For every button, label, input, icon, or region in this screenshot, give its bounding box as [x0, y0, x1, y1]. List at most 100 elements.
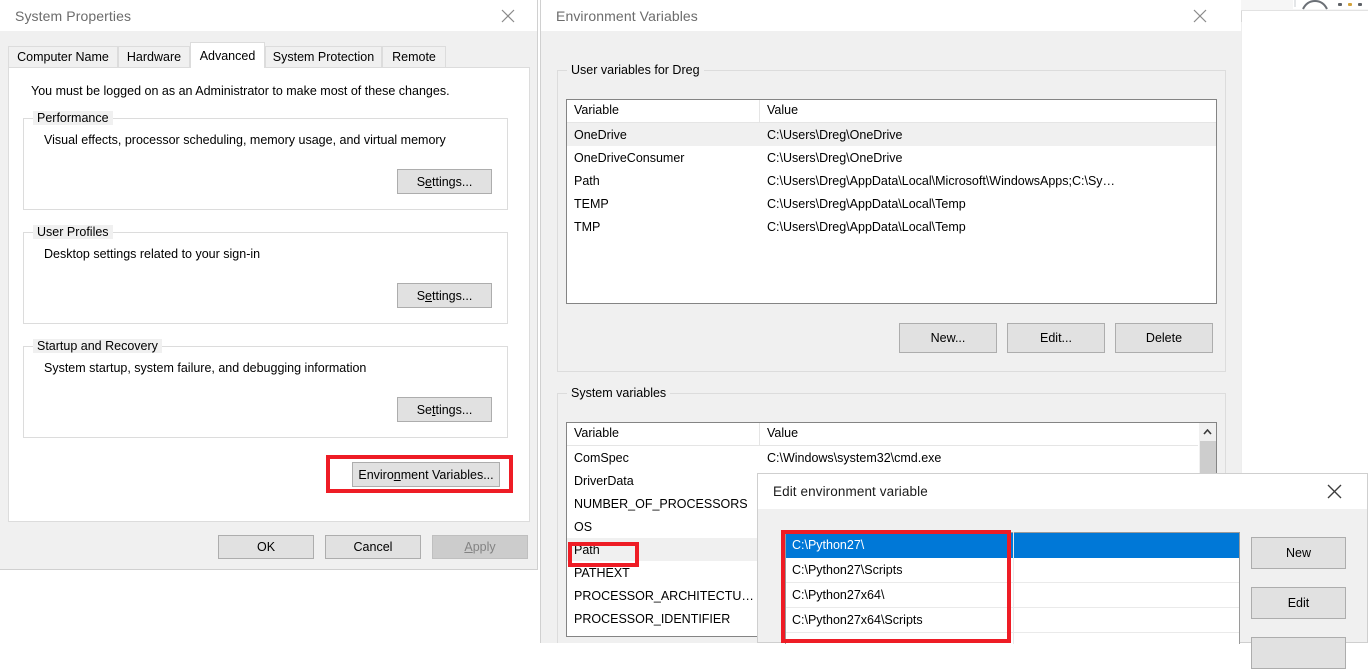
user-profiles-group-title: User Profiles	[33, 225, 113, 239]
table-row[interactable]: ComSpec C:\Windows\system32\cmd.exe	[567, 446, 1216, 469]
list-item-label: C:\Python27x64\Scripts	[792, 613, 923, 627]
table-row[interactable]: TMP C:\Users\Dreg\AppData\Local\Temp	[567, 215, 1216, 238]
tab-advanced[interactable]: Advanced	[190, 42, 265, 68]
table-row[interactable]: Path C:\Users\Dreg\AppData\Local\Microso…	[567, 169, 1216, 192]
startup-recovery-group: Startup and Recovery System startup, sys…	[23, 339, 508, 438]
row-variable: OneDriveConsumer	[574, 150, 685, 165]
performance-description: Visual effects, processor scheduling, me…	[44, 133, 446, 147]
startup-recovery-settings-label: Settings...	[416, 402, 473, 417]
performance-settings-button[interactable]: Settings...	[397, 169, 492, 194]
environment-variables-button[interactable]: Environment Variables...	[352, 462, 500, 487]
user-profiles-settings-button[interactable]: Settings...	[397, 283, 492, 308]
user-variables-header-variable: Variable	[567, 100, 760, 122]
row-value: C:\Users\Dreg\OneDrive	[767, 127, 903, 142]
background-dot-icon	[1348, 3, 1352, 6]
system-properties-titlebar: System Properties	[0, 0, 537, 31]
edit-edit-button[interactable]: Edit	[1251, 587, 1346, 619]
ok-button[interactable]: OK	[218, 535, 314, 559]
ok-label: OK	[256, 540, 276, 554]
user-delete-button[interactable]: Delete	[1115, 323, 1213, 353]
system-properties-tabstrip: Computer Name Hardware Advanced System P…	[8, 42, 530, 68]
user-edit-button[interactable]: Edit...	[1007, 323, 1105, 353]
close-icon[interactable]	[1177, 0, 1223, 31]
tab-label: Hardware	[126, 50, 182, 64]
edit-browse-button[interactable]	[1251, 637, 1346, 669]
performance-group: Performance Visual effects, processor sc…	[23, 111, 508, 210]
close-icon[interactable]	[485, 0, 531, 31]
background-browser-tabstrip	[1293, 0, 1368, 10]
tab-label: Advanced	[199, 48, 256, 63]
table-row[interactable]: OneDrive C:\Users\Dreg\OneDrive	[567, 123, 1216, 146]
cancel-label: Cancel	[353, 540, 393, 554]
edit-environment-variable-title: Edit environment variable	[773, 484, 928, 499]
user-variables-group: User variables for Dreg Variable Value O…	[557, 63, 1226, 372]
user-profiles-description: Desktop settings related to your sign-in	[44, 247, 261, 261]
user-delete-label: Delete	[1145, 331, 1183, 345]
system-properties-window: System Properties Computer Name Hardware…	[0, 0, 538, 570]
startup-recovery-group-title: Startup and Recovery	[33, 339, 162, 353]
user-profiles-group: User Profiles Desktop settings related t…	[23, 225, 508, 324]
row-variable: PATHEXT	[574, 565, 630, 580]
background-dot-icon	[1338, 3, 1342, 6]
list-column-divider	[1013, 532, 1014, 644]
apply-label: Apply	[464, 540, 496, 554]
row-value: C:\Users\Dreg\OneDrive	[767, 150, 903, 165]
tab-label: Computer Name	[17, 50, 109, 64]
user-edit-label: Edit...	[1040, 331, 1072, 345]
background-dot-icon	[1358, 3, 1362, 6]
tab-label: Remote	[392, 50, 436, 64]
edit-edit-label: Edit	[1287, 596, 1310, 610]
performance-group-title: Performance	[33, 111, 113, 125]
close-glyph-icon	[1193, 9, 1207, 22]
user-profiles-settings-label: Settings...	[416, 288, 473, 303]
user-variables-header-value: Value	[767, 103, 799, 117]
row-variable: TEMP	[574, 196, 609, 211]
environment-variables-label: Environment Variables...	[358, 467, 494, 482]
user-new-label: New...	[930, 331, 966, 345]
row-value: C:\Windows\system32\cmd.exe	[767, 450, 942, 465]
system-variables-group-title: System variables	[567, 386, 671, 400]
administrator-notice: You must be logged on as an Administrato…	[31, 84, 450, 98]
startup-recovery-description: System startup, system failure, and debu…	[44, 361, 367, 375]
row-value: C:\Users\Dreg\AppData\Local\Microsoft\Wi…	[767, 173, 1116, 188]
tab-computer-name[interactable]: Computer Name	[8, 46, 118, 68]
user-variables-group-title: User variables for Dreg	[567, 63, 704, 77]
edit-new-label: New	[1285, 546, 1311, 560]
close-icon[interactable]	[1311, 474, 1357, 509]
chevron-up-icon	[1203, 428, 1212, 435]
row-variable: OS	[574, 519, 593, 534]
table-row[interactable]: TEMP C:\Users\Dreg\AppData\Local\Temp	[567, 192, 1216, 215]
close-glyph-icon	[501, 9, 515, 22]
tab-remote[interactable]: Remote	[382, 46, 446, 68]
row-variable: TMP	[574, 219, 601, 234]
row-variable: Path	[574, 173, 600, 188]
row-variable: PROCESSOR_IDENTIFIER	[574, 611, 731, 626]
row-value: C:\Users\Dreg\AppData\Local\Temp	[767, 196, 966, 211]
table-row[interactable]: OneDriveConsumer C:\Users\Dreg\OneDrive	[567, 146, 1216, 169]
apply-button: Apply	[432, 535, 528, 559]
system-variables-header-variable: Variable	[567, 423, 760, 445]
row-value: C:\Users\Dreg\AppData\Local\Temp	[767, 219, 966, 234]
list-item-label: C:\Python27\Scripts	[792, 563, 903, 577]
edit-new-button[interactable]: New	[1251, 537, 1346, 569]
system-variables-header: Variable Value	[567, 423, 1216, 446]
row-variable: Path	[574, 542, 600, 557]
row-variable: PROCESSOR_ARCHITECTU…	[574, 588, 754, 603]
close-glyph-icon	[1327, 484, 1341, 499]
cancel-button[interactable]: Cancel	[325, 535, 421, 559]
tab-hardware[interactable]: Hardware	[118, 46, 190, 68]
advanced-tab-panel: You must be logged on as an Administrato…	[8, 67, 530, 522]
scroll-up-icon[interactable]	[1199, 423, 1216, 440]
tab-label: System Protection	[272, 50, 375, 64]
user-new-button[interactable]: New...	[899, 323, 997, 353]
background-tab-shape-icon	[1294, 0, 1328, 10]
row-variable: DriverData	[574, 473, 634, 488]
edit-environment-variable-window: Edit environment variable C:\Python27\ C…	[757, 473, 1368, 669]
tab-system-protection[interactable]: System Protection	[265, 46, 382, 68]
row-variable: OneDrive	[574, 127, 627, 142]
edit-environment-variable-titlebar: Edit environment variable	[758, 474, 1367, 509]
startup-recovery-settings-button[interactable]: Settings...	[397, 397, 492, 422]
environment-variables-title: Environment Variables	[556, 7, 698, 24]
user-variables-list[interactable]: Variable Value OneDrive C:\Users\Dreg\On…	[566, 99, 1217, 304]
row-variable: NUMBER_OF_PROCESSORS	[574, 496, 748, 511]
